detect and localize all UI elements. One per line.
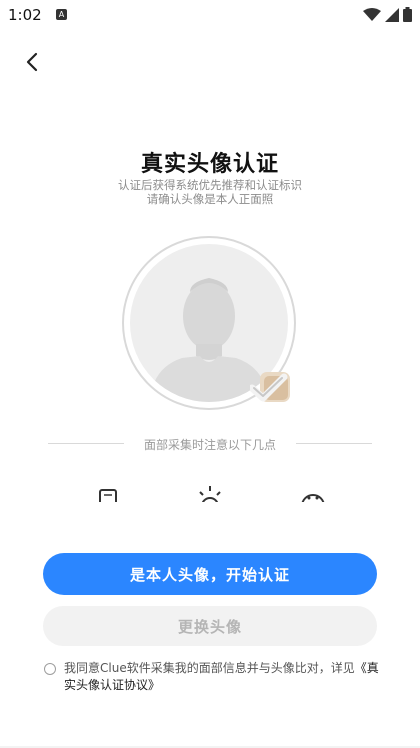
subtitle-line-1: 认证后获得系统优先推荐和认证标识	[118, 178, 302, 192]
back-button[interactable]	[18, 48, 46, 76]
divider-line-right	[296, 443, 372, 444]
wifi-icon	[363, 7, 381, 21]
tips-divider: 面部采集时注意以下几点	[0, 436, 420, 452]
app-notification-icon: A	[56, 9, 67, 20]
change-avatar-button[interactable]: 更换头像	[43, 606, 377, 646]
battery-icon	[403, 7, 412, 22]
agreement-checkbox[interactable]	[44, 663, 56, 675]
status-icons	[363, 7, 412, 22]
verified-badge-icon	[248, 368, 292, 404]
status-bar: 1:02 A	[0, 0, 420, 30]
face-icon	[301, 494, 325, 502]
tips-icons-row	[0, 484, 420, 502]
agreement-text: 我同意Clue软件采集我的面部信息并与头像比对，详见	[64, 661, 355, 675]
start-verification-button[interactable]: 是本人头像，开始认证	[43, 553, 377, 595]
subtitle-line-2: 请确认头像是本人正面照	[146, 192, 274, 206]
tips-heading: 面部采集时注意以下几点	[143, 438, 276, 452]
page-title: 真实头像认证	[140, 152, 279, 177]
agreement-text-block: 我同意Clue软件采集我的面部信息并与头像比对，详见《真实头像认证协议》	[64, 660, 384, 694]
status-time: 1:02	[8, 6, 42, 24]
chevron-left-icon	[26, 52, 38, 72]
brightness-icon	[199, 486, 221, 502]
page-subtitle: 认证后获得系统优先推荐和认证标识 请确认头像是本人正面照	[0, 178, 420, 206]
phone-icon	[99, 489, 117, 502]
signal-icon	[385, 7, 399, 22]
